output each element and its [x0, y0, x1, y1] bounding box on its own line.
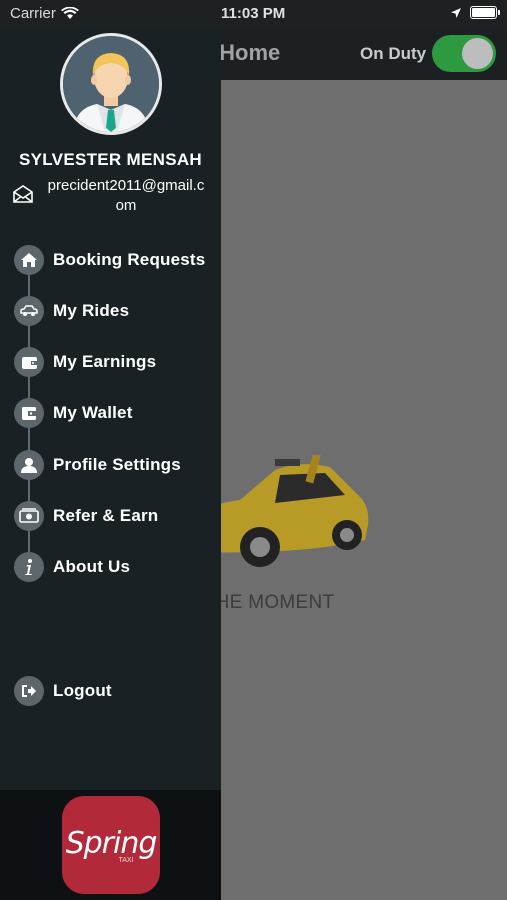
envelope-icon: [13, 185, 33, 203]
spring-taxi-logo: Spring TAXI: [62, 796, 160, 894]
menu-item-profile-settings[interactable]: Profile Settings: [0, 445, 221, 485]
avatar-person-icon: [63, 36, 159, 132]
info-icon: [14, 552, 44, 582]
wallet-icon: [14, 347, 44, 377]
menu-item-my-rides[interactable]: My Rides: [0, 291, 221, 331]
logout-button[interactable]: Logout: [0, 671, 221, 711]
menu-label: My Wallet: [53, 403, 133, 422]
menu-item-my-wallet[interactable]: My Wallet: [0, 393, 221, 433]
menu-label: Booking Requests: [53, 250, 206, 269]
email-line-1: precident2011@gmail.c: [47, 177, 205, 194]
battery-icon: [470, 6, 500, 19]
user-email: precident2011@gmail.c om: [36, 176, 216, 216]
menu-item-booking-requests[interactable]: Booking Requests: [0, 240, 221, 280]
menu-label: Profile Settings: [53, 455, 181, 474]
on-duty-toggle[interactable]: [432, 35, 496, 72]
toggle-knob: [462, 38, 493, 69]
duty-status-label: On Duty: [360, 44, 427, 63]
menu-item-refer-earn[interactable]: Refer & Earn: [0, 496, 221, 536]
logout-icon: [14, 676, 44, 706]
menu-label: My Rides: [53, 301, 130, 320]
menu-label: My Earnings: [53, 352, 157, 371]
logo-subtext: TAXI: [118, 857, 134, 864]
menu-label: Refer & Earn: [53, 506, 159, 525]
wifi-icon: [60, 7, 79, 19]
email-line-2: om: [115, 197, 137, 214]
menu-item-about-us[interactable]: About Us: [0, 547, 221, 587]
home-icon: [14, 245, 44, 275]
clock: 11:03 PM: [221, 5, 286, 22]
menu-label: About Us: [53, 557, 131, 576]
card-wallet-icon: [14, 398, 44, 428]
money-icon: [14, 501, 44, 531]
status-bar: Carrier 11:03 PM: [0, 0, 507, 28]
car-icon: [14, 296, 44, 326]
user-avatar[interactable]: [60, 33, 162, 135]
logo-text: Spring: [65, 826, 158, 861]
location-arrow-icon: [451, 7, 461, 18]
carrier-label: Carrier: [10, 5, 56, 22]
logout-label: Logout: [53, 681, 112, 700]
person-icon: [14, 450, 44, 480]
navigation-drawer: SYLVESTER MENSAH precident2011@gmail.c o…: [0, 0, 221, 900]
menu-item-my-earnings[interactable]: My Earnings: [0, 342, 221, 382]
user-name: SYLVESTER MENSAH: [18, 150, 202, 169]
